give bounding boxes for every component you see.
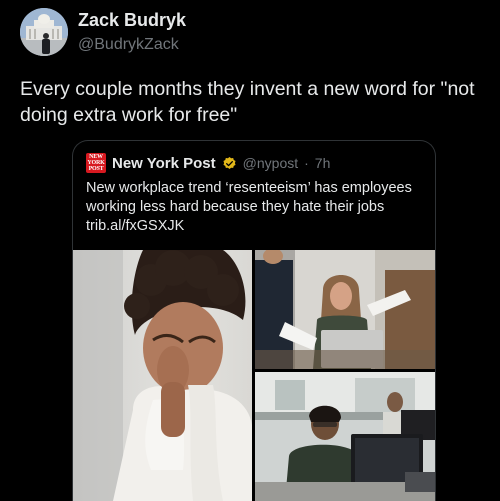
avatar[interactable] <box>20 8 68 56</box>
media-photo-stressed-woman[interactable] <box>73 250 252 501</box>
meta-separator: · <box>304 155 309 171</box>
quoted-tweet-header: NEW YORK POST New York Post @nypost · 7h <box>86 152 330 174</box>
quoted-display-name[interactable]: New York Post <box>112 155 216 172</box>
tweet-text: Every couple months they invent a new wo… <box>20 78 475 126</box>
media-photo-office-meeting[interactable] <box>255 250 435 369</box>
quoted-timestamp[interactable]: 7h <box>315 155 331 171</box>
verified-badge-icon <box>223 156 236 169</box>
quoted-handle[interactable]: @nypost <box>243 155 298 171</box>
author-display-name[interactable]: Zack Budryk <box>78 10 186 31</box>
media-grid <box>73 250 435 501</box>
quoted-tweet-card[interactable]: NEW YORK POST New York Post @nypost · 7h… <box>72 140 436 501</box>
new-york-post-logo[interactable]: NEW YORK POST <box>86 153 106 173</box>
logo-text-line: POST <box>88 166 104 172</box>
author-handle[interactable]: @BudrykZack <box>78 36 179 54</box>
media-photo-man-at-computer[interactable] <box>255 372 435 501</box>
quoted-tweet-text: New workplace trend ‘resenteeism’ has em… <box>86 180 412 234</box>
